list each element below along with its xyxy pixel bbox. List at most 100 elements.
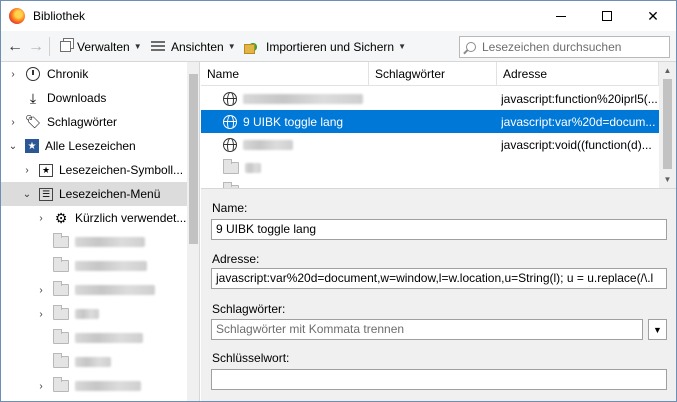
collapse-twisty-icon[interactable]: ⌄ xyxy=(7,141,19,152)
sidebar-folder-item[interactable] xyxy=(53,326,143,350)
tag-icon: 🏷 xyxy=(24,114,42,129)
sidebar-folder-item[interactable]: › xyxy=(35,374,141,398)
maximize-icon xyxy=(602,11,612,21)
maximize-button[interactable] xyxy=(584,1,630,31)
folder-icon xyxy=(53,281,69,296)
forward-button[interactable]: → xyxy=(28,31,46,62)
sidebar-item-label: Downloads xyxy=(47,91,107,105)
row-name: 9 UIBK toggle lang xyxy=(243,114,344,129)
search-box[interactable] xyxy=(459,36,670,58)
import-backup-menu-button[interactable]: Importieren und Sichern ▼ xyxy=(244,31,406,62)
tags-label: Schlagwörter: xyxy=(212,302,286,316)
sidebar-scroll-thumb[interactable] xyxy=(189,74,198,244)
sidebar-folder-item[interactable]: › xyxy=(35,278,155,302)
toolbar: ← → Verwalten ▼ Ansichten ▼ Importieren … xyxy=(1,31,676,62)
sidebar-item-label: Schlagwörter xyxy=(47,115,118,129)
import-label: Importieren und Sichern xyxy=(266,39,395,54)
table-row[interactable] xyxy=(201,156,659,179)
sidebar-folder-item[interactable] xyxy=(53,350,111,374)
folder-icon xyxy=(53,257,69,272)
toolbar-separator xyxy=(49,37,50,56)
redacted-label xyxy=(75,309,99,319)
scroll-down-icon[interactable]: ▼ xyxy=(659,171,676,188)
folder-icon xyxy=(53,377,69,392)
redacted-label xyxy=(75,285,155,295)
address-field[interactable]: javascript:var%20d=document,w=window,l=w… xyxy=(211,268,667,289)
sidebar-item-tags[interactable]: › 🏷 Schlagwörter xyxy=(7,110,117,134)
column-header-name[interactable]: Name xyxy=(201,62,369,86)
redacted-label xyxy=(75,237,145,247)
folder-icon xyxy=(223,158,239,174)
scroll-up-icon[interactable]: ▲ xyxy=(659,62,676,79)
collapse-twisty-icon[interactable]: ⌄ xyxy=(21,189,33,200)
expand-twisty-icon[interactable]: › xyxy=(7,117,19,128)
views-menu-button[interactable]: Ansichten ▼ xyxy=(151,31,236,62)
clock-icon xyxy=(26,67,40,81)
table-row[interactable] xyxy=(201,179,659,188)
redacted-label xyxy=(243,139,293,150)
sidebar-item-bookmarks-toolbar[interactable]: › ★ Lesezeichen-Symboll... xyxy=(21,158,183,182)
table-row-selected[interactable]: 9 UIBK toggle lang javascript:var%20d=do… xyxy=(201,110,659,133)
column-header-address[interactable]: Adresse xyxy=(497,62,659,86)
expand-twisty-icon[interactable]: › xyxy=(35,213,47,224)
redacted-label xyxy=(75,381,141,391)
folder-icon xyxy=(53,329,69,344)
table-row[interactable]: javascript:function%20iprl5(... xyxy=(201,87,659,110)
expand-twisty-icon[interactable]: › xyxy=(35,285,47,296)
sidebar-item-label: Alle Lesezeichen xyxy=(45,139,136,153)
keyword-label: Schlüsselwort: xyxy=(212,351,290,365)
tags-field[interactable]: Schlagwörter mit Kommata trennen xyxy=(211,319,643,340)
sidebar-item-recently-used[interactable]: › ⚙ Kürzlich verwendet... xyxy=(35,206,186,230)
download-icon: ⤓ xyxy=(29,89,37,106)
redacted-label xyxy=(245,162,261,173)
sidebar-item-downloads[interactable]: ⤓ Downloads xyxy=(7,86,106,110)
name-field[interactable]: 9 UIBK toggle lang xyxy=(211,219,667,240)
tags-dropdown-button[interactable]: ▼ xyxy=(648,319,667,340)
chevron-down-icon: ▼ xyxy=(653,324,662,335)
search-icon xyxy=(466,42,476,52)
expand-twisty-icon[interactable]: › xyxy=(7,69,19,80)
title-bar: Bibliothek ✕ xyxy=(1,1,676,31)
close-icon: ✕ xyxy=(647,7,659,24)
redacted-label xyxy=(75,357,111,367)
sidebar-item-label: Lesezeichen-Menü xyxy=(59,187,161,201)
sidebar-item-history[interactable]: › Chronik xyxy=(7,62,88,86)
globe-icon xyxy=(223,91,237,106)
sidebar-item-all-bookmarks[interactable]: ⌄ ★ Alle Lesezeichen xyxy=(7,134,136,158)
folder-icon xyxy=(53,305,69,320)
row-address: javascript:void((function(d)... xyxy=(501,137,652,152)
close-button[interactable]: ✕ xyxy=(630,1,676,31)
organize-icon xyxy=(60,41,71,52)
sidebar-folder-item[interactable]: › xyxy=(35,302,99,326)
manage-menu-button[interactable]: Verwalten ▼ xyxy=(60,31,142,62)
row-address: javascript:var%20d=docum... xyxy=(501,114,656,129)
back-button[interactable]: ← xyxy=(7,31,25,62)
list-scrollbar[interactable]: ▲ ▼ xyxy=(659,62,676,188)
window-title: Bibliothek xyxy=(33,9,86,23)
globe-icon xyxy=(223,137,237,152)
keyword-field[interactable] xyxy=(211,369,667,390)
menu-list-icon: ☰ xyxy=(39,187,53,201)
gear-icon: ⚙ xyxy=(54,209,68,226)
sidebar-folder-item[interactable] xyxy=(53,254,147,278)
sidebar-tree: › Chronik ⤓ Downloads › 🏷 Schlagwörter ⌄… xyxy=(1,62,200,401)
list-view-icon xyxy=(151,41,165,52)
name-label: Name: xyxy=(212,201,248,215)
sidebar-item-label: Kürzlich verwendet... xyxy=(75,211,187,225)
import-icon xyxy=(244,39,260,54)
search-input[interactable] xyxy=(482,40,662,54)
column-header-tags[interactable]: Schlagwörter xyxy=(369,62,497,86)
expand-twisty-icon[interactable]: › xyxy=(21,165,33,176)
sidebar-folder-item[interactable] xyxy=(53,230,145,254)
expand-twisty-icon[interactable]: › xyxy=(35,381,47,392)
minimize-button[interactable] xyxy=(538,1,584,31)
table-row[interactable]: javascript:void((function(d)... xyxy=(201,133,659,156)
sidebar-item-bookmarks-menu[interactable]: ⌄ ☰ Lesezeichen-Menü xyxy=(1,182,187,206)
arrow-right-icon: → xyxy=(28,37,44,55)
views-label: Ansichten xyxy=(171,39,224,54)
expand-twisty-icon[interactable]: › xyxy=(35,309,47,320)
sidebar-item-label: Lesezeichen-Symboll... xyxy=(59,163,184,177)
dropdown-caret-icon: ▼ xyxy=(398,42,406,51)
dropdown-caret-icon: ▼ xyxy=(133,42,142,51)
list-scroll-thumb[interactable] xyxy=(663,79,672,169)
